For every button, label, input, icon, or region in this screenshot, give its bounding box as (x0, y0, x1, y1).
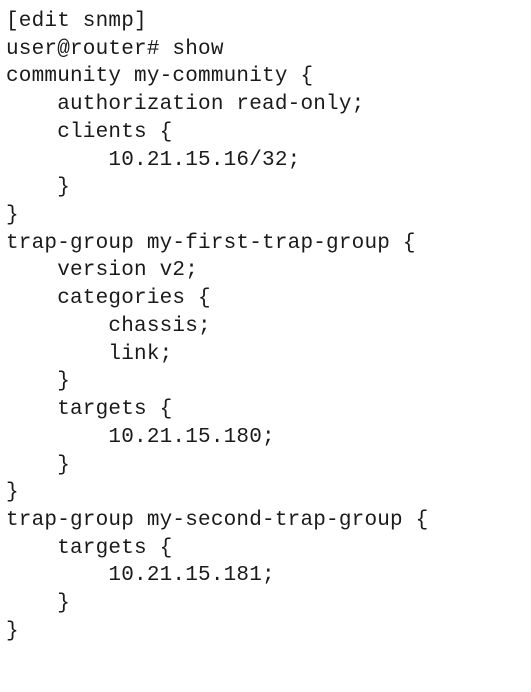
clients-open: clients { (6, 121, 172, 144)
cli-config-output: [edit snmp] user@router# show community … (0, 0, 531, 654)
edit-context: [edit snmp] (6, 10, 147, 33)
trap1-targets-close: } (6, 454, 70, 477)
authorization-line: authorization read-only; (6, 93, 364, 116)
trap1-version: version v2; (6, 259, 198, 282)
trap2-targets-open: targets { (6, 537, 172, 560)
trap1-targets-open: targets { (6, 398, 172, 421)
clients-close: } (6, 176, 70, 199)
trap-group-2-close: } (6, 620, 19, 643)
trap1-categories-open: categories { (6, 287, 211, 310)
trap1-target-ip: 10.21.15.180; (6, 426, 275, 449)
community-close: } (6, 204, 19, 227)
prompt-line: user@router# show (6, 38, 224, 61)
trap1-categories-close: } (6, 370, 70, 393)
trap2-target-ip: 10.21.15.181; (6, 564, 275, 587)
trap-group-1-close: } (6, 481, 19, 504)
trap1-category-chassis: chassis; (6, 315, 211, 338)
community-open: community my-community { (6, 65, 313, 88)
client-ip: 10.21.15.16/32; (6, 149, 300, 172)
trap-group-1-open: trap-group my-first-trap-group { (6, 232, 416, 255)
trap2-targets-close: } (6, 592, 70, 615)
trap1-category-link: link; (6, 343, 172, 366)
trap-group-2-open: trap-group my-second-trap-group { (6, 509, 428, 532)
